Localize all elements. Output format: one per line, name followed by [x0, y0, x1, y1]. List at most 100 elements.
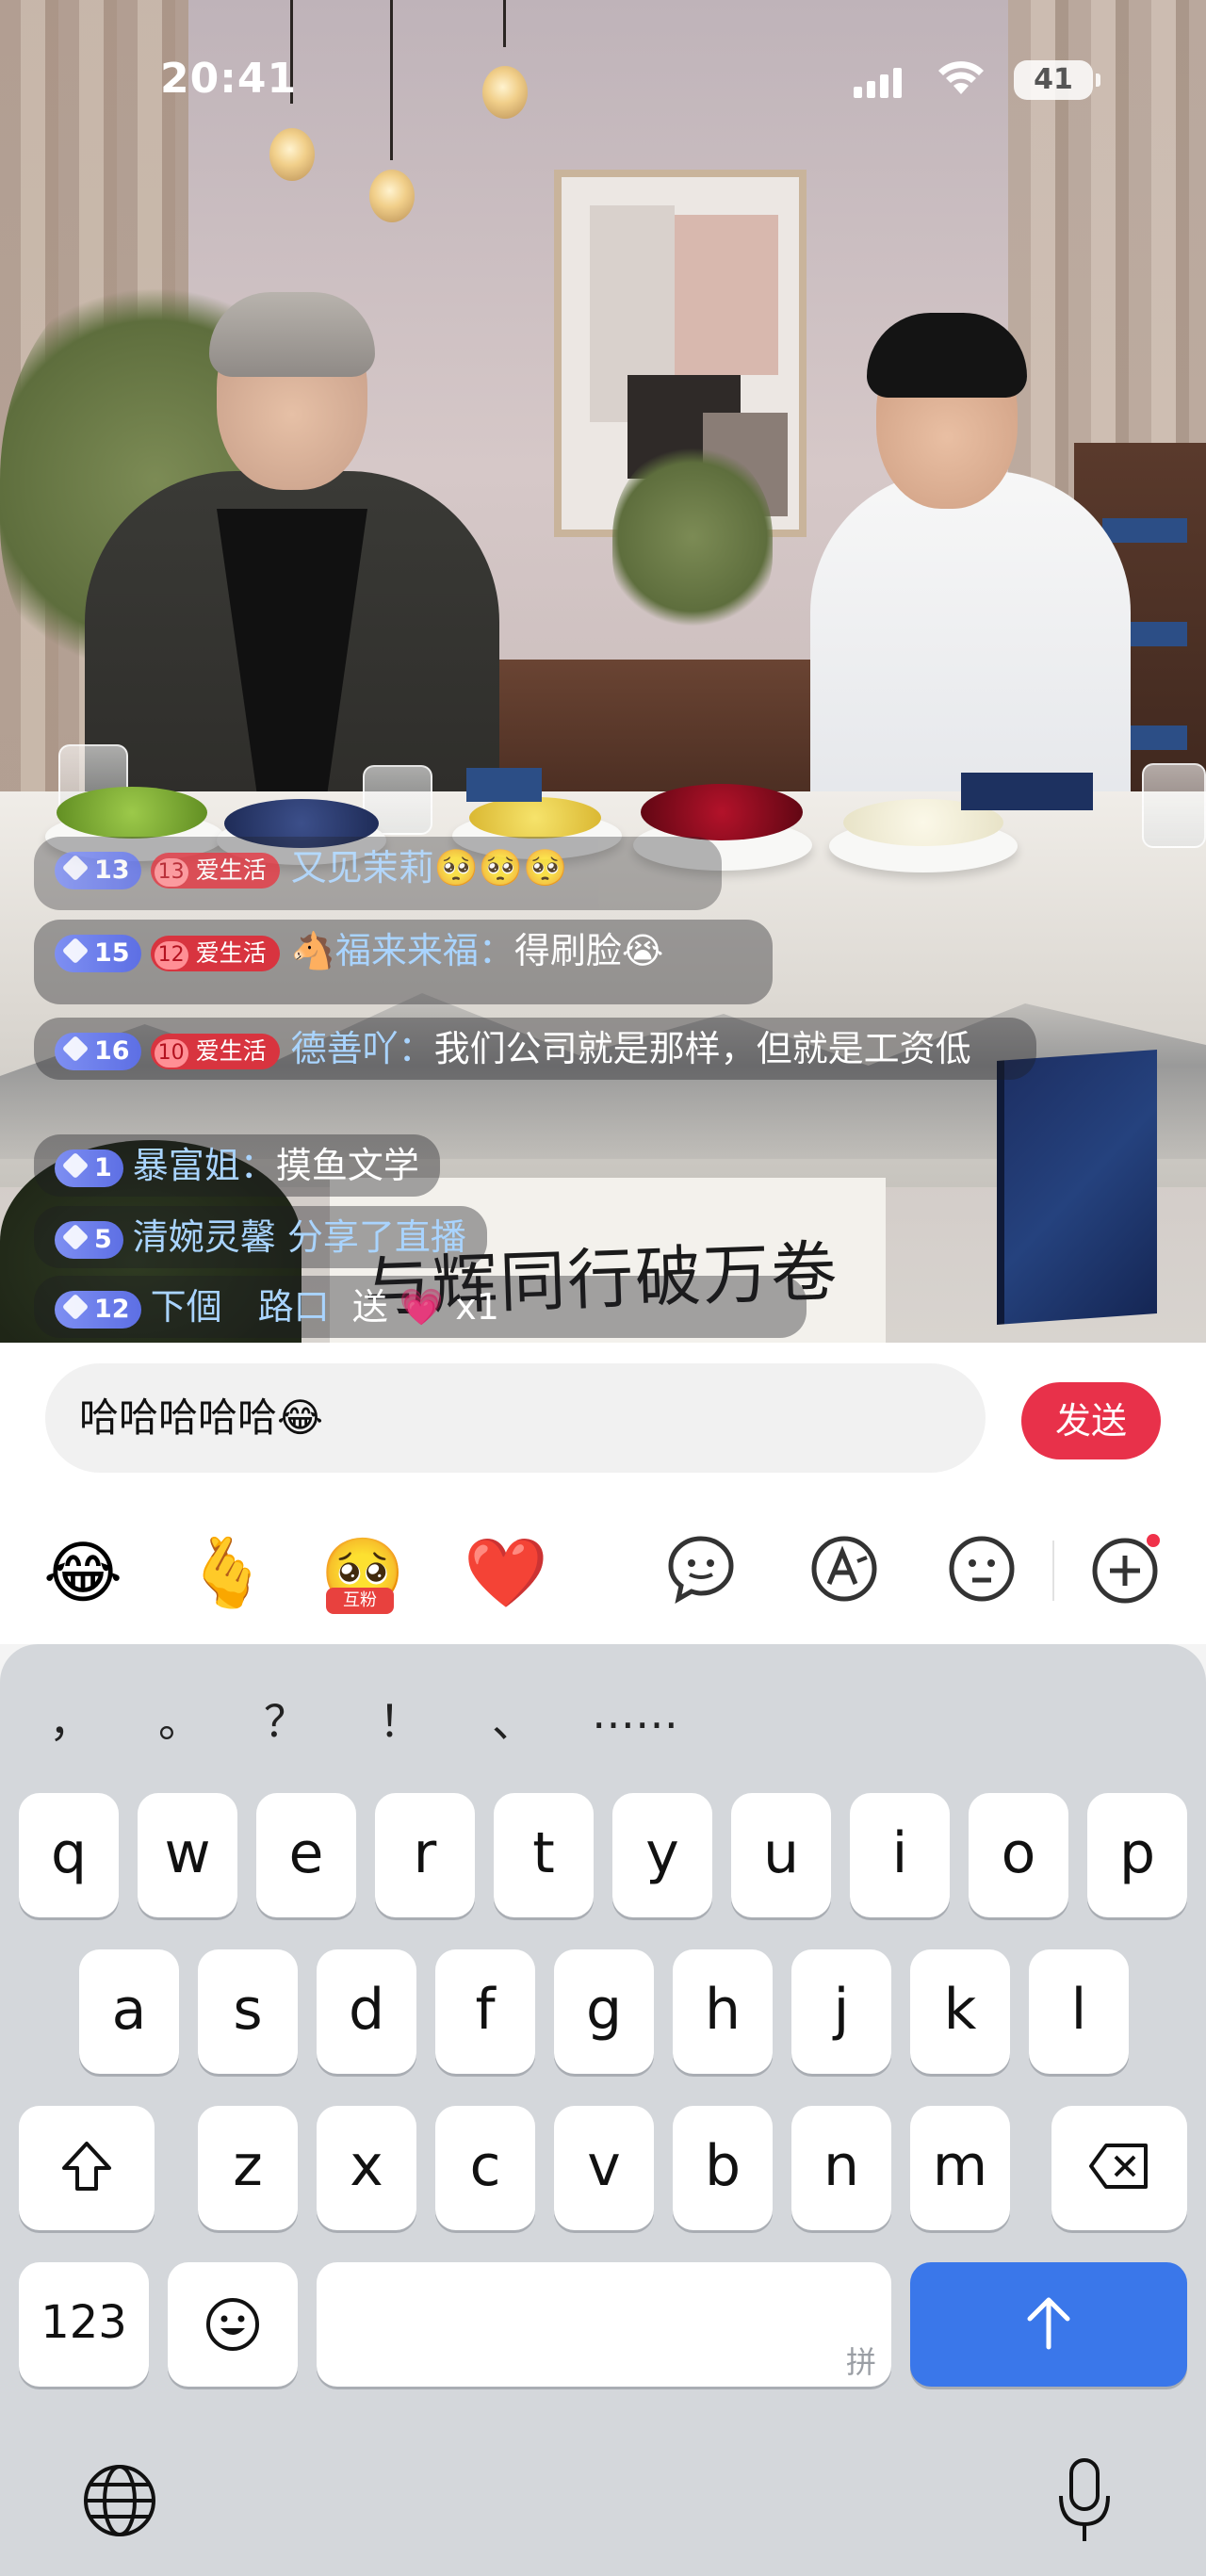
key-t[interactable]: t — [494, 1793, 594, 1917]
comment-username[interactable]: 清婉灵馨 — [133, 1216, 276, 1258]
host-left-hair — [209, 292, 375, 377]
key-u[interactable]: u — [731, 1793, 831, 1917]
battery-indicator: 41 — [1014, 60, 1100, 100]
emoji-heart[interactable]: ❤️ — [464, 1533, 548, 1612]
key-k[interactable]: k — [910, 1949, 1010, 2074]
lamp-wire — [390, 0, 393, 160]
key-y[interactable]: y — [612, 1793, 712, 1917]
comment-username[interactable]: 🐴福来来福： — [291, 930, 514, 971]
key-h[interactable]: h — [673, 1949, 773, 2074]
key-z[interactable]: z — [198, 2106, 298, 2230]
microphone-icon[interactable] — [1055, 2456, 1114, 2545]
emoji-key[interactable] — [168, 2262, 298, 2387]
key-n[interactable]: n — [791, 2106, 891, 2230]
comment-text: 分享了直播 — [286, 1216, 466, 1258]
comment-item[interactable]: 12 下個 路口 送 💗 x1 — [34, 1276, 807, 1338]
fan-emoji-label: 互粉 — [326, 1588, 394, 1614]
numbers-key[interactable]: 123 — [19, 2262, 149, 2387]
glass — [1142, 763, 1206, 848]
emoji-finger-heart[interactable]: 🫰 — [185, 1533, 269, 1612]
send-button[interactable]: 发送 — [1021, 1382, 1161, 1459]
comment-item[interactable]: 1 暴富姐：摸鱼文学 — [34, 1134, 440, 1197]
shift-key[interactable] — [19, 2106, 155, 2230]
host-right-hair — [867, 313, 1027, 398]
key-m[interactable]: m — [910, 2106, 1010, 2230]
limes — [57, 787, 207, 839]
key-x[interactable]: x — [317, 2106, 416, 2230]
user-level-badge: 13 — [55, 851, 141, 889]
punct-question[interactable]: ？ — [264, 1687, 307, 1750]
comment-username[interactable]: 暴富姐： — [133, 1145, 276, 1186]
comment-input-bar: 哈哈哈哈哈😂 发送 — [0, 1343, 1206, 1503]
key-o[interactable]: o — [969, 1793, 1068, 1917]
key-l[interactable]: l — [1029, 1949, 1129, 2074]
key-w[interactable]: w — [138, 1793, 237, 1917]
user-level-badge: 16 — [55, 1032, 141, 1070]
key-j[interactable]: j — [791, 1949, 891, 2074]
comment-username[interactable]: 德善吖： — [291, 1028, 434, 1069]
pineapple — [469, 797, 601, 839]
comment-item[interactable]: 15 12 爱生活 🐴福来来福：得刷脸😭 — [34, 920, 773, 1004]
ai-reply-icon[interactable] — [665, 1533, 737, 1605]
smiley-icon — [206, 2298, 259, 2351]
key-d[interactable]: d — [317, 1949, 416, 2074]
key-f[interactable]: f — [435, 1949, 535, 2074]
key-r[interactable]: r — [375, 1793, 475, 1917]
space-key[interactable]: 拼 — [317, 2262, 891, 2387]
comment-item[interactable]: 5 清婉灵馨 分享了直播 — [34, 1206, 487, 1268]
punct-period[interactable]: 。 — [158, 1687, 202, 1750]
key-i[interactable]: i — [850, 1793, 950, 1917]
comment-item[interactable]: 13 13 爱生活 又见茉莉🥺🥺🥺 — [34, 837, 722, 910]
wifi-icon — [938, 61, 984, 94]
return-key[interactable] — [910, 2262, 1187, 2387]
backspace-key[interactable] — [1051, 2106, 1187, 2230]
punct-ellipsis[interactable]: …… — [592, 1687, 678, 1738]
cherries — [641, 784, 803, 840]
lamp-wire — [503, 0, 506, 47]
toolbar-divider — [1052, 1541, 1054, 1601]
ai-font-icon[interactable] — [808, 1533, 880, 1605]
emoji-panel-icon[interactable] — [946, 1533, 1018, 1605]
key-e[interactable]: e — [256, 1793, 356, 1917]
plant-vase — [612, 443, 773, 631]
cellular-signal-icon — [854, 66, 902, 98]
key-a[interactable]: a — [79, 1949, 179, 2074]
book-on-table — [961, 773, 1093, 810]
key-q[interactable]: q — [19, 1793, 119, 1917]
key-b[interactable]: b — [673, 2106, 773, 2230]
live-video[interactable]: 与辉同行破万卷 20:41 41 13 13 爱生活 又见茉莉🥺🥺🥺 15 12 爱生活 🐴… — [0, 0, 1206, 1343]
book-on-table — [466, 768, 542, 802]
book-display — [997, 1050, 1157, 1325]
comment-text: 得刷脸😭 — [513, 930, 664, 971]
punct-comma[interactable]: ， — [49, 1687, 92, 1750]
comment-username[interactable]: 下個 路口 — [151, 1286, 330, 1328]
user-level-badge: 12 — [55, 1290, 141, 1329]
fan-club-badge: 10 爱生活 — [150, 1033, 280, 1069]
comment-text: 摸鱼文学 — [275, 1145, 419, 1186]
key-c[interactable]: c — [435, 2106, 535, 2230]
plus-icon[interactable] — [1089, 1533, 1161, 1605]
emoji-fan-follow[interactable]: 🥺 互粉 — [320, 1533, 405, 1614]
emoji-laugh-cry[interactable]: 😂 — [43, 1533, 122, 1612]
punct-exclamation[interactable]: ！ — [379, 1687, 422, 1750]
comment-text: 送 💗 x1 — [351, 1286, 499, 1328]
globe-icon[interactable] — [81, 2462, 158, 2539]
comment-username[interactable]: 又见茉莉 — [291, 847, 434, 889]
key-s[interactable]: s — [198, 1949, 298, 2074]
shift-icon — [62, 2142, 111, 2191]
user-level-badge: 5 — [55, 1220, 123, 1259]
key-g[interactable]: g — [554, 1949, 654, 2074]
key-p[interactable]: p — [1087, 1793, 1187, 1917]
fan-club-badge: 12 爱生活 — [150, 935, 280, 971]
comment-input[interactable]: 哈哈哈哈哈😂 — [45, 1363, 986, 1473]
hanging-bulb — [369, 170, 415, 222]
status-time: 20:41 — [160, 55, 298, 103]
pinyin-keyboard: ， 。 ？ ！ 、 …… q w e r t y u i o p a s d f… — [0, 1644, 1206, 2576]
user-level-badge: 15 — [55, 934, 141, 972]
fan-club-badge: 13 爱生活 — [150, 852, 280, 889]
key-v[interactable]: v — [554, 2106, 654, 2230]
punct-enumeration-comma[interactable]: 、 — [492, 1687, 535, 1750]
comment-text: 我们公司就是那样，但就是工资低 — [433, 1028, 971, 1069]
hanging-bulb — [482, 66, 528, 119]
comment-item[interactable]: 16 10 爱生活 德善吖：我们公司就是那样，但就是工资低 — [34, 1018, 1036, 1080]
